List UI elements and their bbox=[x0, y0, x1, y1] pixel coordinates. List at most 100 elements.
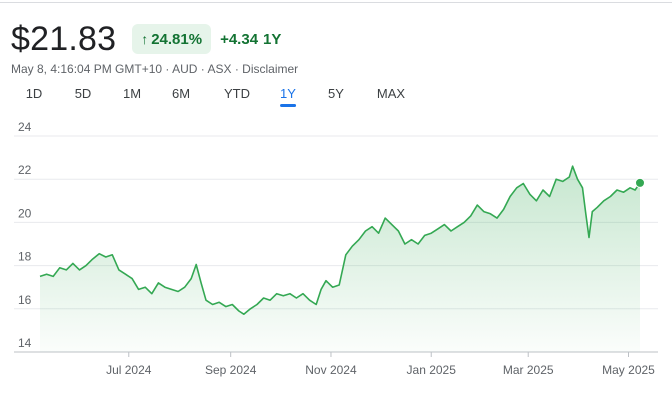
data-point[interactable] bbox=[448, 229, 453, 234]
data-point[interactable] bbox=[241, 312, 246, 317]
data-point[interactable] bbox=[274, 291, 279, 296]
data-point[interactable] bbox=[64, 267, 69, 272]
data-point[interactable] bbox=[103, 254, 108, 259]
data-point[interactable] bbox=[169, 287, 174, 292]
data-point[interactable] bbox=[494, 216, 499, 221]
data-point[interactable] bbox=[156, 280, 161, 285]
data-point[interactable] bbox=[601, 198, 606, 203]
data-point[interactable] bbox=[621, 190, 626, 195]
data-point[interactable] bbox=[194, 262, 199, 267]
tab-1m[interactable]: 1M bbox=[123, 86, 141, 106]
data-point[interactable] bbox=[383, 216, 388, 221]
data-point[interactable] bbox=[389, 222, 394, 227]
data-point[interactable] bbox=[570, 164, 575, 169]
data-point[interactable] bbox=[51, 274, 56, 279]
data-point[interactable] bbox=[521, 181, 526, 186]
data-point[interactable] bbox=[455, 224, 460, 229]
data-point[interactable] bbox=[261, 296, 266, 301]
data-point[interactable] bbox=[501, 207, 506, 212]
data-point[interactable] bbox=[268, 298, 273, 303]
data-point[interactable] bbox=[595, 205, 600, 210]
data-point[interactable] bbox=[57, 265, 62, 270]
data-point[interactable] bbox=[217, 300, 222, 305]
data-point[interactable] bbox=[583, 211, 588, 216]
disclaimer-link[interactable]: Disclaimer bbox=[242, 62, 298, 76]
tab-5d[interactable]: 5D bbox=[75, 86, 92, 106]
data-point[interactable] bbox=[547, 194, 552, 199]
data-point[interactable] bbox=[97, 251, 102, 256]
data-point[interactable] bbox=[370, 224, 375, 229]
data-point[interactable] bbox=[402, 242, 407, 247]
data-point[interactable] bbox=[204, 298, 209, 303]
data-point[interactable] bbox=[123, 272, 128, 277]
data-point[interactable] bbox=[416, 242, 421, 247]
data-point[interactable] bbox=[462, 220, 467, 225]
price-chart[interactable]: 14 16 18 20 22 24 Jul 2024 Sep 2024 Nov 2024 Jan … bbox=[0, 120, 672, 400]
data-point[interactable] bbox=[475, 203, 480, 208]
data-point[interactable] bbox=[633, 188, 638, 193]
tab-max[interactable]: MAX bbox=[377, 86, 405, 106]
data-point[interactable] bbox=[435, 226, 440, 231]
data-point[interactable] bbox=[324, 278, 329, 283]
data-point[interactable] bbox=[236, 308, 241, 313]
data-point[interactable] bbox=[614, 188, 619, 193]
data-point[interactable] bbox=[541, 188, 546, 193]
data-point[interactable] bbox=[422, 233, 427, 238]
data-point[interactable] bbox=[575, 177, 580, 182]
tab-ytd[interactable]: YTD bbox=[224, 86, 250, 106]
data-point[interactable] bbox=[580, 185, 585, 190]
data-point[interactable] bbox=[136, 287, 141, 292]
data-point[interactable] bbox=[149, 291, 154, 296]
data-point[interactable] bbox=[554, 177, 559, 182]
data-point[interactable] bbox=[90, 257, 95, 262]
data-point[interactable] bbox=[287, 291, 292, 296]
tab-1y[interactable]: 1Y bbox=[280, 86, 296, 107]
data-point[interactable] bbox=[442, 222, 447, 227]
data-point[interactable] bbox=[314, 302, 319, 307]
data-point[interactable] bbox=[70, 261, 75, 266]
data-point[interactable] bbox=[281, 293, 286, 298]
data-point[interactable] bbox=[534, 198, 539, 203]
data-point[interactable] bbox=[527, 192, 532, 197]
data-point[interactable] bbox=[590, 209, 595, 214]
data-point[interactable] bbox=[301, 291, 306, 296]
data-point[interactable] bbox=[294, 296, 299, 301]
data-point[interactable] bbox=[514, 185, 519, 190]
data-point[interactable] bbox=[77, 267, 82, 272]
data-point[interactable] bbox=[481, 209, 486, 214]
data-point[interactable] bbox=[363, 229, 368, 234]
data-point[interactable] bbox=[628, 185, 633, 190]
data-point[interactable] bbox=[44, 272, 49, 277]
tab-6m[interactable]: 6M bbox=[172, 86, 190, 106]
data-point[interactable] bbox=[567, 175, 572, 180]
data-point[interactable] bbox=[189, 276, 194, 281]
data-point[interactable] bbox=[199, 280, 204, 285]
data-point[interactable] bbox=[337, 283, 342, 288]
data-point[interactable] bbox=[319, 287, 324, 292]
data-point[interactable] bbox=[307, 298, 312, 303]
data-point[interactable] bbox=[223, 304, 228, 309]
data-point[interactable] bbox=[254, 302, 259, 307]
data-point[interactable] bbox=[143, 285, 148, 290]
data-point[interactable] bbox=[210, 302, 215, 307]
data-point[interactable] bbox=[110, 252, 115, 257]
data-point[interactable] bbox=[343, 252, 348, 257]
tab-1d[interactable]: 1D bbox=[26, 86, 43, 106]
data-point[interactable] bbox=[330, 285, 335, 290]
data-point[interactable] bbox=[608, 194, 613, 199]
data-point[interactable] bbox=[350, 244, 355, 249]
data-point[interactable] bbox=[396, 229, 401, 234]
data-point[interactable] bbox=[508, 194, 513, 199]
data-point[interactable] bbox=[182, 285, 187, 290]
data-point[interactable] bbox=[248, 306, 253, 311]
data-point[interactable] bbox=[429, 231, 434, 236]
data-point[interactable] bbox=[587, 235, 592, 240]
data-point[interactable] bbox=[356, 237, 361, 242]
data-point[interactable] bbox=[230, 302, 235, 307]
data-point[interactable] bbox=[560, 179, 565, 184]
data-point[interactable] bbox=[488, 211, 493, 216]
data-point[interactable] bbox=[376, 231, 381, 236]
data-point[interactable] bbox=[84, 263, 89, 268]
data-point[interactable] bbox=[468, 213, 473, 218]
data-point[interactable] bbox=[162, 285, 167, 290]
